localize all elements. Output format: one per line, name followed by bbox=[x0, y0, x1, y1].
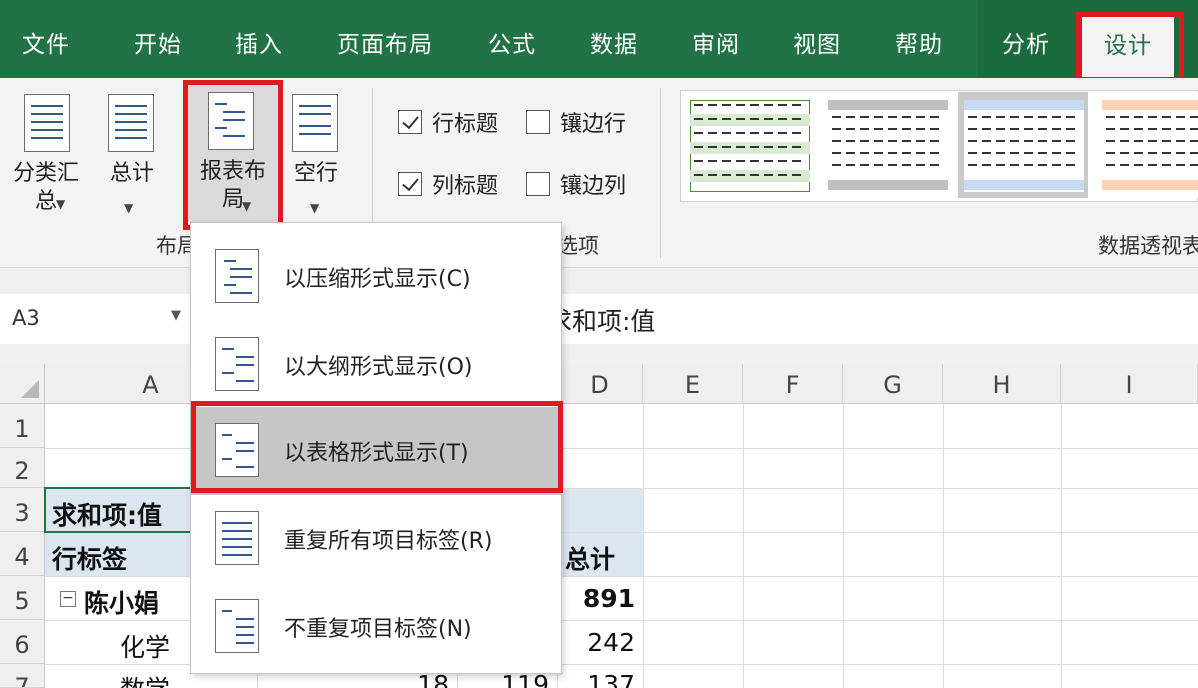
compact-form-icon bbox=[215, 249, 259, 303]
row-header-7[interactable]: 7 bbox=[0, 664, 45, 688]
blank-rows-button[interactable]: 空行 ▼ bbox=[286, 92, 346, 222]
banded-cols-label: 镶边列 bbox=[560, 174, 627, 199]
name-box[interactable]: A3 ▼ bbox=[0, 294, 192, 344]
col-headers-label: 列标题 bbox=[432, 174, 499, 199]
tab-help[interactable]: 帮助 bbox=[895, 0, 943, 78]
report-layout-button[interactable]: 报表布 局 ▼ bbox=[188, 84, 278, 222]
tab-data[interactable]: 数据 bbox=[590, 0, 638, 78]
pivot-style-thumb-blue-selected[interactable] bbox=[958, 92, 1088, 198]
tab-home[interactable]: 开始 bbox=[134, 0, 182, 78]
blank-rows-icon bbox=[292, 94, 338, 152]
report-layout-label: 报表布 局 bbox=[199, 159, 266, 212]
row-header-2[interactable]: 2 bbox=[0, 448, 45, 488]
menu-item-label: 以表格形式显示(T) bbox=[284, 441, 469, 466]
column-header-d[interactable]: D bbox=[557, 364, 643, 404]
row-header-1[interactable]: 1 bbox=[0, 404, 45, 448]
chevron-down-icon: ▼ bbox=[242, 199, 252, 213]
repeat-labels-icon bbox=[215, 511, 259, 565]
cell-d4[interactable]: 总计 bbox=[565, 540, 615, 576]
cell-a7[interactable]: 数学 bbox=[120, 670, 170, 688]
blank-rows-label: 空行 bbox=[293, 161, 338, 186]
row-headers-checkbox[interactable]: 行标题 bbox=[398, 106, 498, 138]
row-header-6[interactable]: 6 bbox=[0, 620, 45, 664]
pivot-style-thumb-gray[interactable] bbox=[822, 92, 952, 198]
name-box-value: A3 bbox=[12, 306, 40, 330]
chevron-down-icon: ▼ bbox=[310, 201, 320, 215]
tab-view[interactable]: 视图 bbox=[793, 0, 841, 78]
report-layout-icon bbox=[208, 92, 254, 150]
pivot-style-thumb-green[interactable] bbox=[684, 92, 814, 198]
chevron-down-icon: ▼ bbox=[56, 197, 66, 211]
grand-totals-label: 总计 bbox=[109, 161, 154, 186]
grand-totals-icon bbox=[108, 94, 154, 152]
checkbox-unchecked-icon bbox=[526, 172, 550, 196]
column-header-g[interactable]: G bbox=[843, 364, 943, 404]
collapse-minus-icon[interactable]: − bbox=[60, 591, 76, 607]
cell-a6[interactable]: 化学 bbox=[120, 628, 170, 664]
pivot-style-thumb-orange[interactable] bbox=[1096, 92, 1198, 198]
col-headers-checkbox[interactable]: 列标题 bbox=[398, 168, 498, 200]
ribbon-panel: 分类汇 总 ▼ 总计 ▼ 报表布 局 ▼ 空行 ▼ 布局 行标题 镶边行 列标题… bbox=[0, 78, 1198, 268]
row-header-4[interactable]: 4 bbox=[0, 532, 45, 576]
row-header-3[interactable]: 3 bbox=[0, 488, 45, 532]
worksheet-grid: A B C D E F G H I 1 2 3 4 5 6 7 求和项:值 行标… bbox=[0, 364, 1198, 688]
menu-item-label: 以压缩形式显示(C) bbox=[284, 267, 471, 292]
cell-d6[interactable]: 242 bbox=[557, 628, 635, 657]
ribbon-tab-bar: 文件 开始 插入 页面布局 公式 数据 审阅 视图 帮助 分析 设计 bbox=[0, 0, 1198, 82]
column-header-e[interactable]: E bbox=[643, 364, 743, 404]
tab-analyze[interactable]: 分析 bbox=[1002, 0, 1050, 78]
tab-page-layout[interactable]: 页面布局 bbox=[337, 0, 433, 78]
menu-item-no-repeat-labels[interactable]: 不重复项目标签(N) bbox=[191, 583, 561, 671]
checkbox-checked-icon bbox=[398, 172, 422, 196]
grand-totals-button[interactable]: 总计 ▼ bbox=[100, 92, 164, 222]
tab-formulas[interactable]: 公式 bbox=[488, 0, 536, 78]
cell-a3[interactable]: 求和项:值 bbox=[52, 496, 162, 532]
no-repeat-labels-icon bbox=[215, 599, 259, 653]
cell-d7[interactable]: 137 bbox=[557, 670, 635, 688]
tab-review[interactable]: 审阅 bbox=[692, 0, 740, 78]
cell-d5[interactable]: 891 bbox=[557, 584, 635, 613]
menu-item-label: 重复所有项目标签(R) bbox=[284, 529, 493, 554]
chevron-down-icon[interactable]: ▼ bbox=[171, 308, 181, 323]
tab-file[interactable]: 文件 bbox=[22, 0, 70, 78]
menu-item-outline-form[interactable]: 以大纲形式显示(O) bbox=[191, 321, 561, 409]
checkbox-unchecked-icon bbox=[526, 110, 550, 134]
banded-rows-checkbox[interactable]: 镶边行 bbox=[526, 106, 626, 138]
row-header-5[interactable]: 5 bbox=[0, 576, 45, 620]
formula-value: 求和项:值 bbox=[547, 307, 656, 336]
banded-cols-checkbox[interactable]: 镶边列 bbox=[526, 168, 626, 200]
chevron-down-icon: ▼ bbox=[124, 201, 134, 215]
formula-bar-area: A3 ▼ 求和项:值 bbox=[0, 268, 1198, 364]
pivot-styles-group-label: 数据透视表样式 bbox=[1098, 234, 1198, 258]
cell-a5[interactable]: 陈小娟 bbox=[84, 584, 159, 620]
tabular-form-icon bbox=[215, 423, 259, 477]
subtotals-label: 分类汇 总 bbox=[12, 161, 79, 214]
group-divider bbox=[660, 88, 661, 258]
subtotals-icon bbox=[24, 94, 70, 152]
column-header-i[interactable]: I bbox=[1061, 364, 1198, 404]
menu-item-tabular-form[interactable]: 以表格形式显示(T) bbox=[191, 407, 561, 495]
cell-a4[interactable]: 行标签 bbox=[52, 540, 127, 576]
row-headers-label: 行标题 bbox=[432, 112, 499, 137]
banded-rows-label: 镶边行 bbox=[560, 112, 627, 137]
menu-item-label: 以大纲形式显示(O) bbox=[284, 355, 473, 380]
tab-design[interactable]: 设计 bbox=[1082, 16, 1174, 78]
tab-insert[interactable]: 插入 bbox=[235, 0, 283, 78]
menu-item-compact-form[interactable]: 以压缩形式显示(C) bbox=[191, 233, 561, 321]
menu-item-repeat-all-labels[interactable]: 重复所有项目标签(R) bbox=[191, 495, 561, 583]
select-all-corner[interactable] bbox=[0, 364, 45, 404]
checkbox-checked-icon bbox=[398, 110, 422, 134]
column-header-h[interactable]: H bbox=[943, 364, 1061, 404]
menu-item-label: 不重复项目标签(N) bbox=[284, 617, 472, 642]
column-header-f[interactable]: F bbox=[743, 364, 843, 404]
subtotals-button[interactable]: 分类汇 总 ▼ bbox=[4, 92, 88, 222]
report-layout-menu: 以压缩形式显示(C) 以大纲形式显示(O) 以表格形式显示(T) 重复所有项目标… bbox=[190, 222, 563, 674]
outline-form-icon bbox=[215, 337, 259, 391]
